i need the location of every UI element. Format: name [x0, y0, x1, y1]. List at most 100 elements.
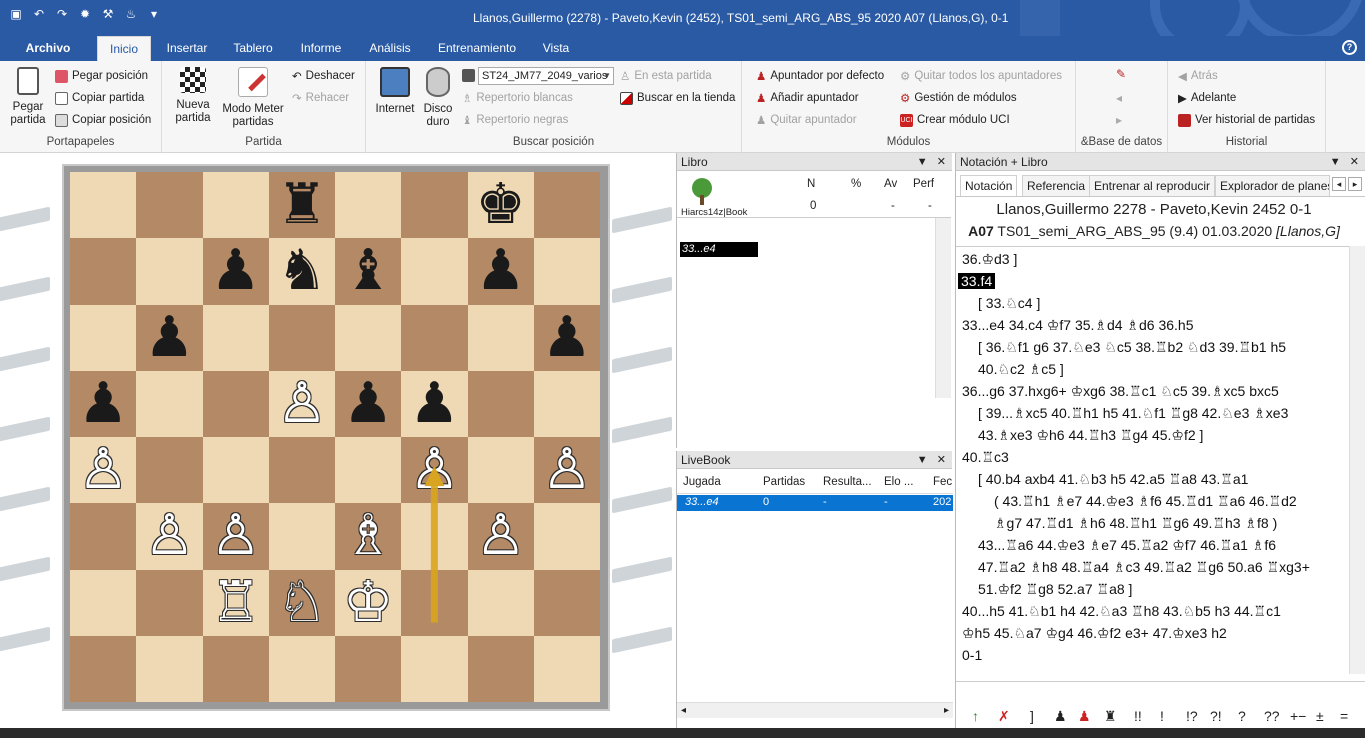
new-game-button[interactable]: Nueva partida [170, 67, 216, 125]
livebook-table-header: Jugada Partidas Resulta... Elo ... Fec [677, 472, 953, 494]
annotation-symbol-button[interactable]: = [1340, 708, 1348, 724]
arrow-up-icon[interactable]: ↑ [972, 708, 979, 724]
undo-button[interactable]: ↶ Deshacer [292, 66, 355, 86]
panel-controls[interactable]: ▼ ✕ [917, 451, 946, 469]
redo-arrow-icon: ↷ [292, 93, 302, 105]
notation-line[interactable]: 36...g6 37.hxg6+ ♔xg6 38.♖c1 ♘c5 39.♗xc5… [962, 383, 1279, 400]
tab-scroll-left-icon[interactable]: ◂ [1332, 177, 1346, 191]
notation-line[interactable]: ♔h5 45.♘a7 ♔g4 46.♔f2 e3+ 47.♔xe3 h2 [962, 625, 1227, 642]
tab-tablero[interactable]: Tablero [226, 36, 280, 61]
notation-line[interactable]: [ 39...♗xc5 40.♖h1 h5 41.♘f1 ♖g8 42.♘e3 … [978, 405, 1288, 422]
module-management-button[interactable]: ⚙ Gestión de módulos [900, 88, 1017, 108]
database-combo[interactable]: ST24_JM77_2049_varios ▼ [478, 67, 614, 85]
tab-entrenamiento[interactable]: Entrenamiento [430, 36, 524, 61]
tab-vista[interactable]: Vista [536, 36, 576, 61]
repertoire-black-button[interactable]: ♝ Repertorio negras [462, 110, 568, 130]
notation-line[interactable]: [ 36.♘f1 g6 37.♘e3 ♘c5 38.♖b2 ♘d3 39.♖b1… [978, 339, 1286, 356]
tab-referencia[interactable]: Referencia [1022, 175, 1091, 196]
repertoire-white-button[interactable]: ♗ Repertorio blancas [462, 88, 573, 108]
col-resultado[interactable]: Resulta... [823, 476, 872, 488]
notation-line[interactable]: 51.♔f2 ♖g8 52.a7 ♖a8 ] [978, 581, 1132, 598]
notation-line[interactable]: 33.f4 [958, 273, 996, 289]
annotation-symbol-button[interactable]: ± [1316, 708, 1324, 724]
internet-search-button[interactable]: Internet [372, 67, 418, 116]
move-down-icon[interactable]: ▸ [1116, 113, 1122, 127]
remove-kibitzer-button[interactable]: ♟ Quitar apuntador [756, 110, 857, 130]
notation-line[interactable]: 40...h5 41.♘b1 h4 42.♘a3 ♖h8 43.♘b5 h3 4… [962, 603, 1281, 620]
back-button[interactable]: ◀ Atrás [1178, 66, 1218, 86]
move-list[interactable]: 36.♔d3 ] 33.f4 [ 33.♘c4 ] 33...e4 34.c4 ♔f7… [956, 246, 1352, 674]
annotation-symbol-button[interactable]: ?! [1210, 708, 1222, 724]
notation-line[interactable]: 43.♗xe3 ♔h6 44.♖h3 ♖g4 45.♔f2 ] [978, 427, 1203, 444]
panel-controls[interactable]: ▼ ✕ [917, 153, 946, 171]
paste-game-button[interactable]: Pegar partida [6, 67, 50, 127]
notation-line[interactable]: 43...♖a6 44.♔e3 ♗e7 45.♖a2 ♔f7 46.♖a1 ♗f… [978, 537, 1276, 554]
gear-icon: ⚙ [900, 93, 911, 105]
tab-informe[interactable]: Informe [292, 36, 350, 61]
redo-button[interactable]: ↷ Rehacer [292, 88, 349, 108]
notation-line[interactable]: [ 40.b4 axb4 41.♘b3 h5 42.a5 ♖a8 43.♖a1 [978, 471, 1248, 488]
tab-insertar[interactable]: Insertar [158, 36, 216, 61]
tab-entrenar[interactable]: Entrenar al reproducir [1089, 175, 1216, 196]
tab-explorador[interactable]: Explorador de planes [1215, 175, 1330, 196]
notation-line[interactable]: 0-1 [962, 647, 982, 663]
view-history-button[interactable]: Ver historial de partidas [1178, 110, 1315, 130]
remove-all-kibitzers-button[interactable]: ⚙ Quitar todos los apuntadores [900, 66, 1062, 86]
tab-analisis[interactable]: Análisis [362, 36, 418, 61]
table-row[interactable]: 33...e4 0 - - 202 [677, 495, 953, 511]
book-moves-list[interactable]: 33...e4 [677, 217, 951, 398]
chessboard[interactable]: ♜♚♟♞♝♟♟♟♟♙♟♟♙♙♙♙♙♗♙♖♘♔ [70, 172, 600, 702]
col-elo[interactable]: Elo ... [884, 476, 913, 488]
paste-position-button[interactable]: Pegar posición [55, 66, 148, 86]
forward-button[interactable]: ▶ Adelante [1178, 88, 1236, 108]
libro-panel: Libro ▼ ✕ Hiarcs14z|Book N % Av Perf 0 - … [676, 153, 952, 448]
notation-line[interactable]: ( 43.♖h1 ♗e7 44.♔e3 ♗f6 45.♖d1 ♖a6 46.♖d… [994, 493, 1297, 510]
pawn-icon[interactable]: ♟ [1054, 708, 1067, 725]
search-store-button[interactable]: Buscar en la tienda [620, 88, 735, 108]
annotation-symbol-button[interactable]: !! [1134, 708, 1142, 724]
annotation-symbol-button[interactable]: ?? [1264, 708, 1280, 724]
create-uci-module-button[interactable]: UCI Crear módulo UCI [900, 110, 1010, 130]
notation-line[interactable]: 40.♖c3 [962, 449, 1009, 466]
tab-inicio[interactable]: Inicio [97, 36, 151, 61]
red-pawn-icon[interactable]: ♟ [1078, 708, 1091, 725]
tab-archivo[interactable]: Archivo [14, 36, 82, 61]
val-n: 0 [810, 200, 817, 212]
hard-disk-search-button[interactable]: Disco duro [420, 67, 456, 129]
notation-line[interactable]: 33...e4 34.c4 ♔f7 35.♗d4 ♗d6 36.h5 [962, 317, 1193, 334]
col-jugada[interactable]: Jugada [683, 476, 721, 488]
col-partidas[interactable]: Partidas [763, 476, 805, 488]
annotation-symbol-button[interactable]: +− [1290, 708, 1306, 724]
tab-notacion[interactable]: Notación [960, 175, 1018, 196]
annotation-symbol-button[interactable]: !? [1186, 708, 1198, 724]
col-fecha[interactable]: Fec [933, 476, 952, 488]
horizontal-scrollbar[interactable]: ◂ ▸ [677, 702, 953, 718]
copy-position-button[interactable]: Copiar posición [55, 110, 151, 130]
bracket-icon[interactable]: ] [1030, 708, 1034, 724]
notation-line[interactable]: [ 33.♘c4 ] [978, 295, 1040, 312]
book-move-entry[interactable]: 33...e4 [680, 242, 758, 257]
annotation-symbol-button[interactable]: ? [1238, 708, 1246, 724]
scrollbar[interactable] [1349, 246, 1365, 674]
panel-controls[interactable]: ▼ ✕ [1330, 153, 1359, 171]
help-icon[interactable]: ? [1342, 40, 1357, 55]
copy-game-button[interactable]: Copiar partida [55, 88, 144, 108]
notation-line[interactable]: ♗g7 47.♖d1 ♗h6 48.♖h1 ♖g6 49.♖h3 ♗f8 ) [994, 515, 1277, 532]
delete-icon[interactable]: ✗ [998, 708, 1010, 725]
move-up-icon[interactable]: ◂ [1116, 91, 1122, 105]
col-av: Av [884, 178, 898, 190]
add-kibitzer-button[interactable]: ♟ Añadir apuntador [756, 88, 859, 108]
board-icon[interactable]: ♜ [1104, 708, 1117, 725]
notation-line[interactable]: 47.♖a2 ♗h8 48.♖a4 ♗c3 49.♖a2 ♖g6 50.a6 ♖… [978, 559, 1310, 576]
copy-icon [55, 91, 68, 105]
annotation-symbol-button[interactable]: ! [1160, 708, 1164, 724]
notation-line[interactable]: 40.♘c2 ♗c5 ] [978, 361, 1064, 378]
default-kibitzer-button[interactable]: ♟ Apuntador por defecto [756, 66, 884, 86]
edit-icon[interactable]: ✎ [1116, 67, 1126, 81]
in-this-game-button[interactable]: ♙ En esta partida [620, 66, 712, 86]
tree-icon [692, 178, 712, 205]
tab-scroll-right-icon[interactable]: ▸ [1348, 177, 1362, 191]
notation-line[interactable]: 36.♔d3 ] [962, 251, 1017, 268]
scrollbar[interactable] [935, 218, 951, 398]
enter-games-mode-button[interactable]: Modo Meter partidas [220, 67, 286, 129]
